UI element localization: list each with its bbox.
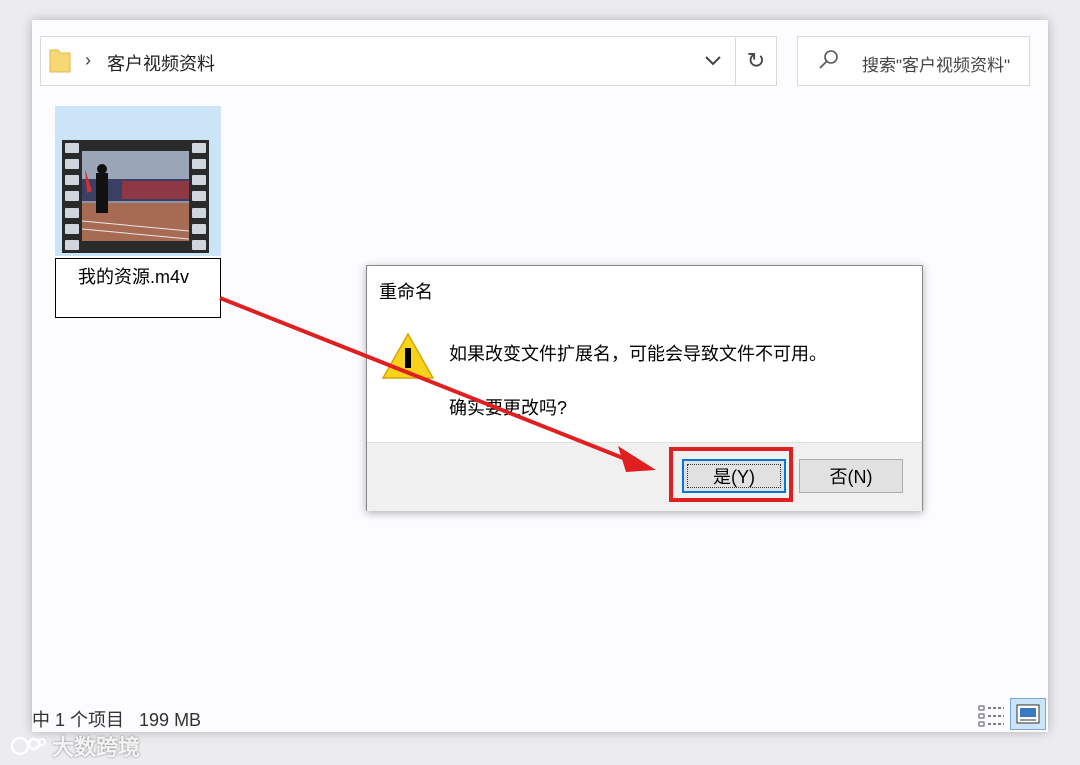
film-holes-left bbox=[65, 143, 79, 250]
file-thumbnail[interactable] bbox=[55, 106, 221, 256]
chevron-right-icon[interactable]: › bbox=[85, 50, 91, 71]
file-name-input[interactable]: 我的资源.m4v bbox=[78, 263, 189, 289]
address-path[interactable]: 客户视频资料 bbox=[107, 50, 215, 76]
details-view-icon[interactable] bbox=[978, 704, 1006, 728]
total-size: 199 MB bbox=[139, 710, 202, 730]
chevron-down-icon bbox=[705, 56, 721, 66]
no-button-label: 否(N) bbox=[829, 467, 873, 487]
video-preview-image bbox=[82, 151, 189, 241]
dialog-button-bar: 是(Y) 否(N) bbox=[367, 442, 922, 511]
video-file-icon bbox=[62, 140, 209, 253]
large-icons-view-icon bbox=[1016, 704, 1040, 724]
large-icons-view-button[interactable] bbox=[1010, 698, 1046, 730]
address-bar[interactable]: › 客户视频资料 ↻ bbox=[40, 36, 777, 86]
warning-icon bbox=[381, 332, 435, 379]
dialog-message: 如果改变文件扩展名，可能会导致文件不可用。 bbox=[449, 344, 827, 364]
address-dropdown-button[interactable] bbox=[691, 37, 735, 85]
refresh-icon: ↻ bbox=[746, 48, 766, 73]
search-box[interactable]: 搜索"客户视频资料" bbox=[797, 36, 1030, 86]
search-icon bbox=[819, 50, 838, 69]
watermark-text: 大数跨境 bbox=[52, 735, 141, 760]
dialog-question: 确实要更改吗? bbox=[449, 398, 568, 418]
dialog-title: 重命名 bbox=[379, 282, 433, 302]
watermark-logo-icon bbox=[10, 736, 46, 756]
status-bar: 中 1 个项目 199 MB bbox=[32, 706, 201, 732]
no-button[interactable]: 否(N) bbox=[799, 459, 903, 493]
rename-field[interactable]: 我的资源.m4v bbox=[55, 258, 221, 318]
rename-dialog: 重命名 如果改变文件扩展名，可能会导致文件不可用。 确实要更改吗? 是(Y) 否… bbox=[366, 265, 923, 511]
folder-icon bbox=[49, 49, 71, 73]
highlight-box bbox=[669, 447, 793, 502]
refresh-button[interactable]: ↻ bbox=[736, 37, 776, 85]
watermark: 大数跨境 bbox=[8, 730, 140, 762]
search-input[interactable]: 搜索"客户视频资料" bbox=[862, 51, 1010, 76]
item-count: 中 1 个项目 bbox=[32, 710, 125, 730]
film-holes-right bbox=[192, 143, 206, 250]
